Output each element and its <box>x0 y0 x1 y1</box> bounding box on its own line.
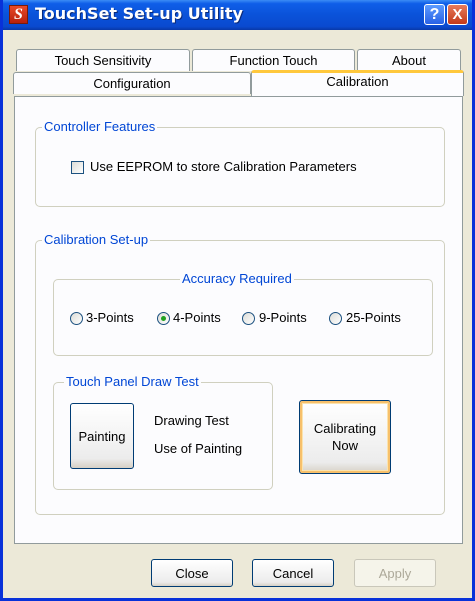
radio-25-points[interactable] <box>329 312 342 325</box>
tab-function-touch[interactable]: Function Touch <box>192 49 355 71</box>
calibration-panel: Controller Features Use EEPROM to store … <box>14 96 463 544</box>
painting-button[interactable]: Painting <box>70 403 134 469</box>
radio-4-points-label[interactable]: 4-Points <box>173 310 221 325</box>
tab-label: Touch Sensitivity <box>54 53 152 68</box>
apply-button[interactable]: Apply <box>354 559 436 587</box>
calibration-setup-group: Calibration Set-up Accuracy Required 3-P… <box>35 232 445 515</box>
tab-about[interactable]: About <box>357 49 461 71</box>
close-button[interactable]: Close <box>151 559 233 587</box>
tab-label: Configuration <box>93 76 171 91</box>
accuracy-required-legend: Accuracy Required <box>180 271 294 286</box>
radio-9-points[interactable] <box>242 312 255 325</box>
draw-test-legend: Touch Panel Draw Test <box>64 374 201 389</box>
controller-features-group: Controller Features Use EEPROM to store … <box>35 119 445 207</box>
draw-test-group: Touch Panel Draw Test Painting Drawing T… <box>53 374 273 490</box>
eeprom-checkbox[interactable] <box>71 161 84 174</box>
radio-3-points-label[interactable]: 3-Points <box>86 310 134 325</box>
tab-label: Calibration <box>326 74 389 89</box>
tab-calibration[interactable]: Calibration <box>251 70 464 96</box>
tab-touch-sensitivity[interactable]: Touch Sensitivity <box>16 49 190 71</box>
app-window: S TouchSet Set-up Utility ? X Touch Sens… <box>0 0 475 601</box>
accuracy-required-group: Accuracy Required 3-Points 4-Points 9-Po… <box>53 271 433 356</box>
app-logo-icon: S <box>9 5 28 24</box>
radio-3-points[interactable] <box>70 312 83 325</box>
tab-configuration[interactable]: Configuration <box>13 72 251 94</box>
calibration-setup-legend: Calibration Set-up <box>42 232 151 247</box>
close-window-button[interactable]: X <box>447 4 468 25</box>
controller-features-legend: Controller Features <box>42 119 158 134</box>
drawing-test-text: Drawing Test <box>154 413 229 428</box>
calibrate-label-line2: Now <box>331 438 358 453</box>
calibrate-label-line1: Calibrating <box>313 421 377 436</box>
radio-25-points-label[interactable]: 25-Points <box>346 310 401 325</box>
help-button[interactable]: ? <box>424 4 445 25</box>
tab-label: Function Touch <box>229 53 318 68</box>
cancel-button[interactable]: Cancel <box>252 559 334 587</box>
tab-label: About <box>392 53 426 68</box>
calibrating-now-button[interactable]: Calibrating Now <box>299 400 391 474</box>
radio-9-points-label[interactable]: 9-Points <box>259 310 307 325</box>
eeprom-label[interactable]: Use EEPROM to store Calibration Paramete… <box>90 159 357 174</box>
radio-4-points[interactable] <box>157 312 170 325</box>
window-title: TouchSet Set-up Utility <box>35 4 243 23</box>
use-of-painting-text: Use of Painting <box>154 441 243 456</box>
title-bar[interactable]: S TouchSet Set-up Utility ? X <box>3 0 472 30</box>
